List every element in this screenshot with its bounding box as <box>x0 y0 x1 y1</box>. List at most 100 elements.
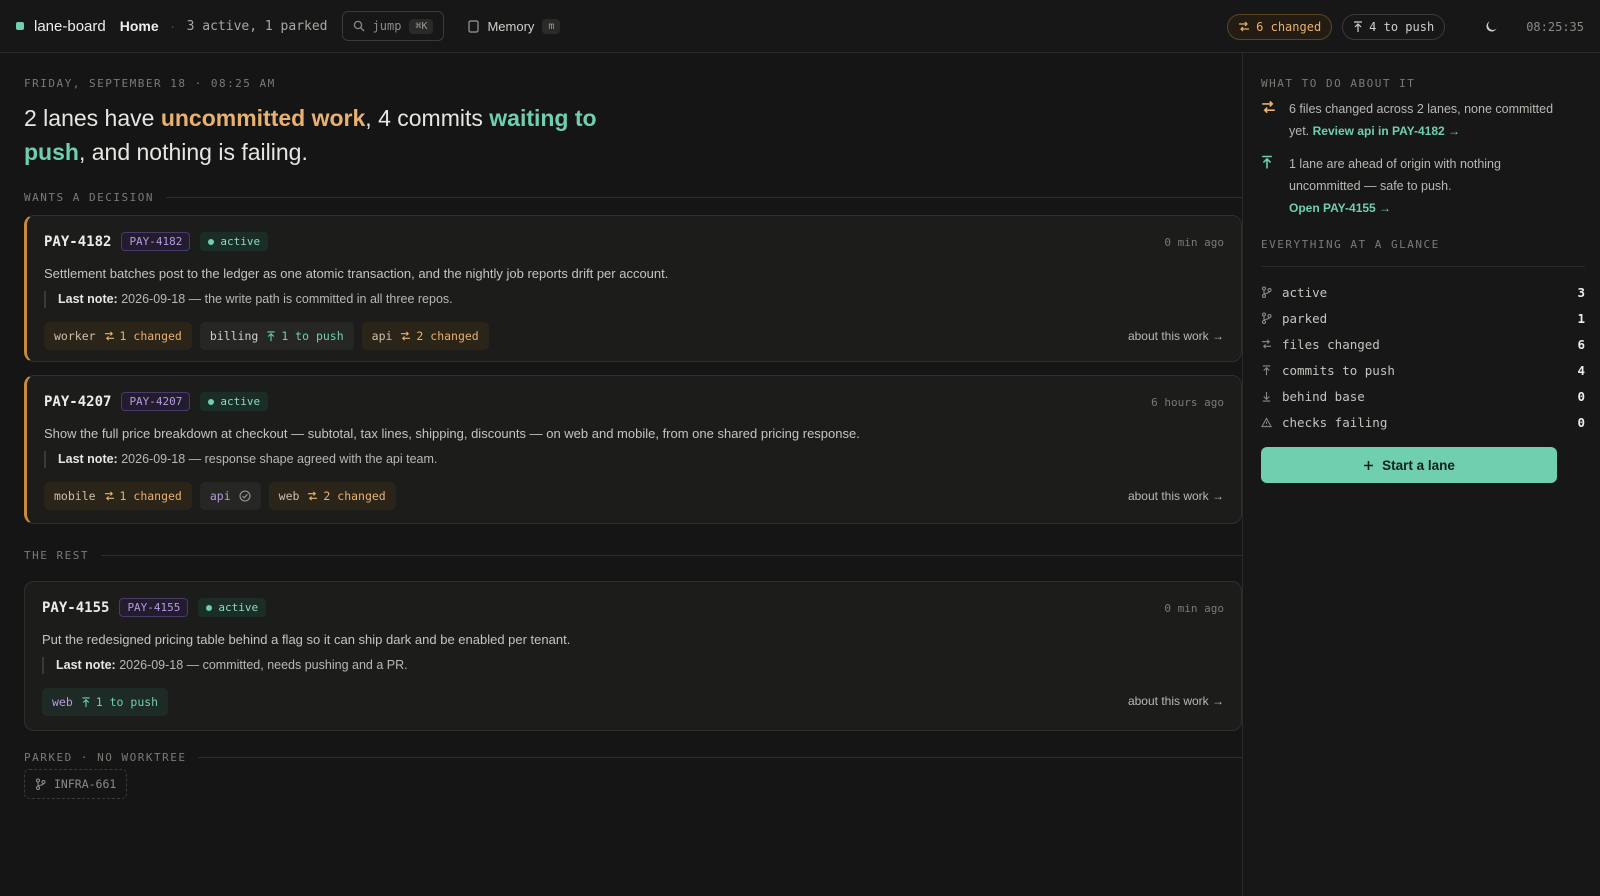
diff-icon <box>1238 21 1250 32</box>
jump-search[interactable]: jump ⌘K <box>341 11 445 41</box>
updated-time: 0 min ago <box>1164 602 1224 615</box>
note-label: Last note: <box>56 658 116 672</box>
status-badge: active <box>198 598 267 617</box>
repo-stat: 1 changed <box>119 489 182 503</box>
repo-chip-api[interactable]: api 2 changed <box>361 322 489 350</box>
repo-chip-mobile[interactable]: mobile 1 changed <box>44 482 192 510</box>
lane-description: Settlement batches post to the ledger as… <box>44 266 669 281</box>
note-text: 2026-09-18 — the write path is committed… <box>121 292 453 306</box>
headline-text: 2 lanes have <box>24 105 161 131</box>
last-note: Last note: 2026-09-18 — committed, needs… <box>42 657 408 674</box>
arrow-up-icon <box>1261 153 1277 219</box>
section-title: WANTS A DECISION <box>24 190 154 204</box>
memory-shortcut: m <box>542 18 561 34</box>
repo-list: worker 1 changed billing 1 to push api 2… <box>44 322 489 350</box>
memory-label: Memory <box>487 18 535 34</box>
glance-value: 1 <box>1577 310 1585 326</box>
repo-chip-api[interactable]: api <box>199 482 261 510</box>
repo-chip-billing[interactable]: billing 1 to push <box>199 322 354 350</box>
headline: 2 lanes have uncommitted work, 4 commits… <box>24 101 624 169</box>
glance-row-files-changed: files changed 6 <box>1261 331 1585 357</box>
diff-icon <box>1261 98 1277 142</box>
glance-row-parked: parked 1 <box>1261 305 1585 331</box>
advice-item: 6 files changed across 2 lanes, none com… <box>1261 98 1561 142</box>
arrow-up-icon <box>1261 364 1272 376</box>
top-bar: lane-board Home · 3 active, 1 parked jum… <box>0 0 1600 53</box>
lane-title: PAY-4182 <box>44 233 112 250</box>
home-link[interactable]: Home <box>120 18 159 34</box>
diff-icon <box>307 491 318 501</box>
note-text: 2026-09-18 — response shape agreed with … <box>121 452 438 466</box>
glance-value: 4 <box>1577 362 1585 378</box>
warning-icon <box>1261 416 1272 428</box>
glance-row-active: active 3 <box>1261 279 1585 305</box>
glance-row-behind-base: behind base 0 <box>1261 383 1585 409</box>
start-lane-button[interactable]: Start a lane <box>1261 447 1557 483</box>
repo-chip-web[interactable]: web 2 changed <box>268 482 396 510</box>
about-work-link[interactable]: about this work → <box>1128 489 1224 503</box>
headline-text: , 4 commits <box>365 105 490 131</box>
open-lane-link[interactable]: Open PAY-4155 → <box>1289 201 1391 215</box>
jump-shortcut: ⌘K <box>409 18 434 34</box>
last-note: Last note: 2026-09-18 — response shape a… <box>44 451 437 468</box>
arrow-up-icon <box>81 696 91 708</box>
separator-dot: · <box>170 19 175 33</box>
glance-heading: EVERYTHING AT A GLANCE <box>1261 238 1440 251</box>
repo-name: mobile <box>54 489 96 503</box>
about-work-link[interactable]: about this work → <box>1128 694 1224 708</box>
repo-name: worker <box>54 329 96 343</box>
app-title[interactable]: lane-board <box>34 18 106 35</box>
last-note: Last note: 2026-09-18 — the write path i… <box>44 291 453 308</box>
start-lane-label: Start a lane <box>1382 457 1455 473</box>
review-api-link[interactable]: Review api in PAY-4182 → <box>1313 124 1460 138</box>
diff-icon <box>104 331 115 341</box>
push-pill[interactable]: 4 to push <box>1342 13 1446 40</box>
clock: 08:25:35 <box>1526 19 1584 34</box>
status-label: active <box>218 601 259 614</box>
status-badge: active <box>200 392 269 411</box>
glance-label: commits to push <box>1282 362 1395 378</box>
parked-lane-name: INFRA-661 <box>54 777 117 791</box>
status-badge: active <box>200 232 269 251</box>
glance-label: checks failing <box>1282 414 1388 430</box>
glance-label: behind base <box>1282 388 1365 404</box>
lane-card[interactable]: PAY-4155 PAY-4155 active 0 min ago Put t… <box>24 581 1242 731</box>
section-title: PARKED · NO WORKTREE <box>24 750 187 764</box>
ticket-badge[interactable]: PAY-4155 <box>119 598 189 617</box>
advice-item: 1 lane are ahead of origin with nothing … <box>1261 153 1561 219</box>
side-panel: WHAT TO DO ABOUT IT 6 files changed acro… <box>1242 53 1600 896</box>
arrow-down-icon <box>1261 391 1272 402</box>
note-label: Last note: <box>58 452 118 466</box>
advice-text: 1 lane are ahead of origin with nothing … <box>1289 157 1501 193</box>
lane-card[interactable]: PAY-4207 PAY-4207 active 6 hours ago Sho… <box>24 375 1242 524</box>
repo-name: web <box>278 489 300 503</box>
moon-icon[interactable] <box>1485 20 1498 33</box>
logo-icon <box>16 22 24 30</box>
status-label: active <box>220 235 261 248</box>
status-dot-icon <box>208 238 215 245</box>
repo-stat: 2 changed <box>323 489 386 503</box>
lane-summary: 3 active, 1 parked <box>186 18 328 34</box>
repo-stat: 1 to push <box>281 329 344 343</box>
repo-list: mobile 1 changed api web 2 changed <box>44 482 396 510</box>
jump-placeholder: jump <box>372 19 402 33</box>
repo-stat: 1 to push <box>95 695 159 709</box>
arrow-up-icon <box>266 330 276 342</box>
about-work-link[interactable]: about this work → <box>1128 329 1224 343</box>
ticket-badge[interactable]: PAY-4182 <box>121 232 191 251</box>
memory-button[interactable]: Memory m <box>468 18 561 34</box>
repo-stat: 1 changed <box>119 329 182 343</box>
repo-chip-worker[interactable]: worker 1 changed <box>44 322 192 350</box>
updated-time: 0 min ago <box>1164 236 1224 249</box>
branch-icon <box>1261 312 1272 324</box>
changed-pill[interactable]: 6 changed <box>1227 13 1333 40</box>
dateline: FRIDAY, SEPTEMBER 18 · 08:25 AM <box>24 77 276 90</box>
status-label: active <box>220 395 261 408</box>
note-label: Last note: <box>58 292 118 306</box>
parked-lane-chip[interactable]: INFRA-661 <box>24 769 128 799</box>
lane-card[interactable]: PAY-4182 PAY-4182 active 0 min ago Settl… <box>24 215 1242 362</box>
arrow-up-icon <box>1353 20 1363 33</box>
repo-chip-web[interactable]: web 1 to push <box>42 688 169 716</box>
diff-icon <box>104 491 115 501</box>
ticket-badge[interactable]: PAY-4207 <box>121 392 191 411</box>
